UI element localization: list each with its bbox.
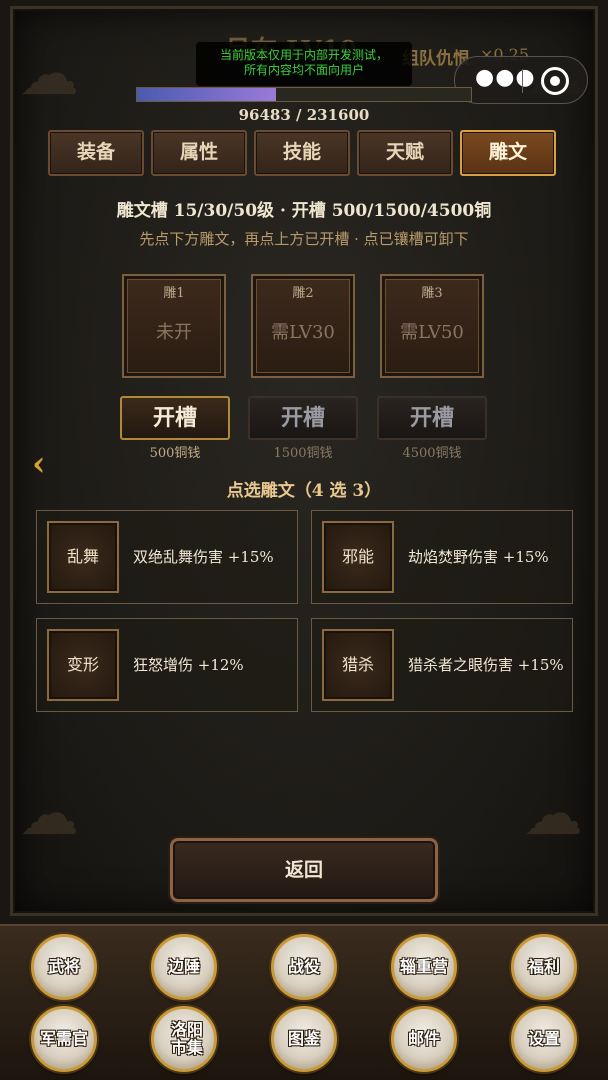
- glyph-hint: 先点下方雕文，再点上方已开槽 · 点已镶槽可卸下: [139, 230, 469, 248]
- nav-label: 军需官: [39, 1029, 88, 1048]
- glyph-option-icon: 猎杀: [322, 629, 394, 701]
- glyph-option-3[interactable]: 变形 狂怒增伤 +12%: [36, 618, 298, 712]
- glyph-slot-name: 雕3: [421, 286, 443, 301]
- exp-text: 96483 / 231600: [238, 106, 370, 124]
- nav-supply-camp-button[interactable]: 辎重营: [391, 934, 457, 1000]
- debug-notice-line-2: 所有内容均不面向用户: [243, 63, 364, 77]
- nav-quartermaster-button[interactable]: 军需官: [31, 1006, 97, 1072]
- glyph-option-desc: 劫焰焚野伤害 +15%: [408, 548, 549, 566]
- tab-equipment[interactable]: 装备: [48, 130, 144, 176]
- nav-label: 辎重营: [399, 957, 448, 976]
- glyph-slot-state: 需LV50: [400, 322, 464, 343]
- glyph-slot-info: 雕文槽 15/30/50级 · 开槽 500/1500/4500铜: [116, 201, 492, 221]
- glyph-slot-name: 雕2: [292, 286, 314, 301]
- nav-label: 邮件: [407, 1029, 440, 1048]
- nav-label: 图鉴: [287, 1029, 320, 1048]
- glyph-option-4[interactable]: 猎杀 猎杀者之眼伤害 +15%: [311, 618, 573, 712]
- cloud-ornament-top-left: ☁: [19, 39, 79, 109]
- nav-codex-button[interactable]: 图鉴: [271, 1006, 337, 1072]
- tab-talents[interactable]: 天赋: [357, 130, 453, 176]
- exp-bar-fill: [137, 88, 277, 101]
- bottom-nav: 武将 边陲 战役 辎重营 福利 军需官 洛阳市集 图鉴 邮件 设置: [0, 924, 608, 1080]
- nav-label: 洛阳市集: [170, 1020, 203, 1057]
- mini-program-capsule: ●●●: [454, 56, 588, 104]
- nav-label: 设置: [527, 1029, 560, 1048]
- glyph-slot-state: 需LV30: [271, 322, 335, 343]
- glyph-option-1[interactable]: 乱舞 双绝乱舞伤害 +15%: [36, 510, 298, 604]
- nav-luoyang-market-button[interactable]: 洛阳市集: [151, 1006, 217, 1072]
- nav-generals-button[interactable]: 武将: [31, 934, 97, 1000]
- glyph-option-icon: 邪能: [322, 521, 394, 593]
- slot-1-cost: 500铜钱: [149, 446, 201, 461]
- tab-skills[interactable]: 技能: [254, 130, 350, 176]
- nav-label: 边陲: [167, 957, 200, 976]
- return-button[interactable]: 返回: [170, 838, 438, 902]
- nav-label: 武将: [47, 957, 80, 976]
- nav-campaign-button[interactable]: 战役: [271, 934, 337, 1000]
- slot-3-cost: 4500铜钱: [402, 446, 462, 461]
- glyph-option-2[interactable]: 邪能 劫焰焚野伤害 +15%: [311, 510, 573, 604]
- nav-frontier-button[interactable]: 边陲: [151, 934, 217, 1000]
- cloud-ornament-bottom-right: ☁: [523, 779, 583, 849]
- nav-welfare-button[interactable]: 福利: [511, 934, 577, 1000]
- glyph-option-icon: 乱舞: [47, 521, 119, 593]
- debug-notice-line-1: 当前版本仅用于内部开发测试，: [219, 48, 388, 62]
- glyph-pick-title: 点选雕文（4 选 3）: [226, 481, 382, 501]
- nav-mail-button[interactable]: 邮件: [391, 1006, 457, 1072]
- glyph-option-desc: 双绝乱舞伤害 +15%: [133, 548, 274, 566]
- capsule-divider: [522, 69, 523, 93]
- glyph-slot-1[interactable]: 雕1 未开: [122, 274, 226, 378]
- close-target-icon[interactable]: [541, 67, 569, 95]
- tab-attributes[interactable]: 属性: [151, 130, 247, 176]
- tab-glyphs[interactable]: 雕文: [460, 130, 556, 176]
- glyph-option-desc: 猎杀者之眼伤害 +15%: [408, 656, 564, 674]
- more-icon[interactable]: ●●●: [475, 65, 536, 90]
- exp-bar: [136, 87, 472, 102]
- open-slot-2-button[interactable]: 开槽: [248, 396, 358, 440]
- nav-label: 战役: [287, 957, 320, 976]
- glyph-option-icon: 变形: [47, 629, 119, 701]
- glyph-option-desc: 狂怒增伤 +12%: [133, 656, 244, 674]
- glyph-slot-state: 未开: [156, 322, 192, 343]
- glyph-slot-2[interactable]: 雕2 需LV30: [251, 274, 355, 378]
- debug-notice: 当前版本仅用于内部开发测试， 所有内容均不面向用户: [196, 42, 412, 86]
- glyph-slot-name: 雕1: [163, 286, 185, 301]
- open-slot-1-button[interactable]: 开槽: [120, 396, 230, 440]
- open-slot-3-button[interactable]: 开槽: [377, 396, 487, 440]
- nav-settings-button[interactable]: 设置: [511, 1006, 577, 1072]
- nav-label: 福利: [527, 957, 560, 976]
- slot-2-cost: 1500铜钱: [273, 446, 333, 461]
- cloud-ornament-bottom-left: ☁: [19, 779, 79, 849]
- glyph-slot-3[interactable]: 雕3 需LV50: [380, 274, 484, 378]
- tab-bar: 装备 属性 技能 天赋 雕文: [48, 130, 556, 176]
